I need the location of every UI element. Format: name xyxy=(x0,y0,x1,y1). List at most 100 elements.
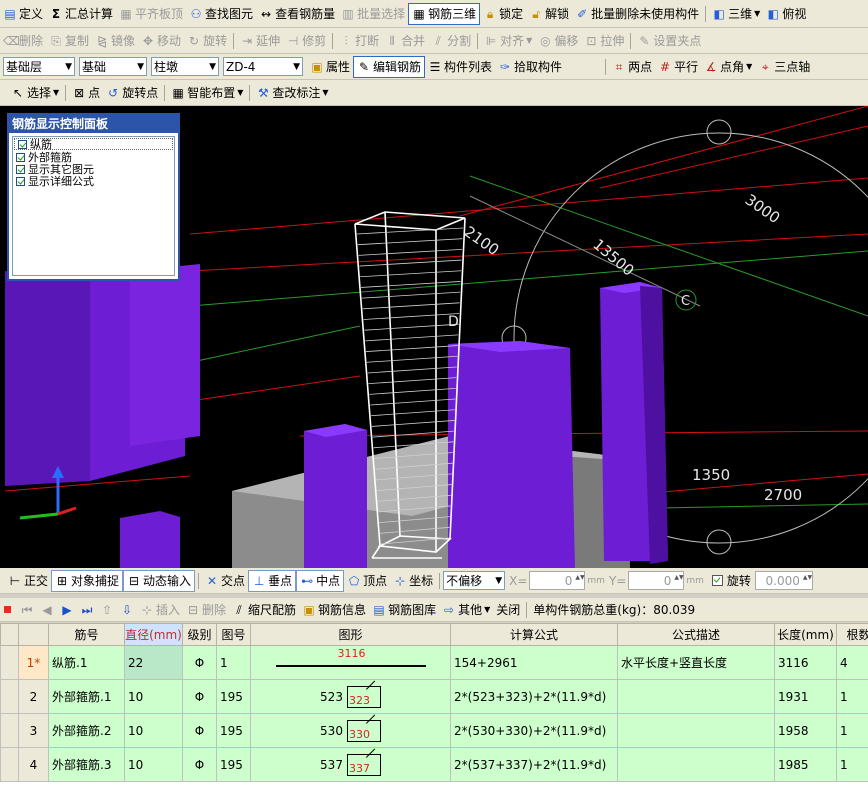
cell-formula[interactable]: 2*(523+323)+2*(11.9*d) xyxy=(450,679,618,714)
cell-figure-no[interactable]: 195 xyxy=(216,747,251,782)
cell-bar-name[interactable]: 外部箍筋.3 xyxy=(48,747,125,782)
select-button[interactable]: ↖ 选择 ▼ xyxy=(8,80,62,105)
checkbox-checked[interactable] xyxy=(18,139,27,149)
close-grid-button[interactable]: 关闭 xyxy=(493,598,523,621)
table-row[interactable]: 2 外部箍筋.1 10 Φ 195 523 323 2*(523+323)+2*(11.9*d… xyxy=(0,679,868,714)
cell-bar-name[interactable]: 外部箍筋.1 xyxy=(48,679,125,714)
option-show-detailed-formula[interactable]: 显示详细公式 xyxy=(13,175,174,187)
cell-length[interactable]: 1958 xyxy=(774,713,837,748)
cell-bar-name[interactable]: 外部箍筋.2 xyxy=(48,713,125,748)
delete-button[interactable]: ⌫ 删除 xyxy=(0,28,46,53)
y-offset-input[interactable]: 0 xyxy=(628,571,685,590)
component-select[interactable]: ZD-4 ▼ xyxy=(223,57,303,76)
cell-diameter[interactable]: 10 xyxy=(124,713,183,748)
vertex-snap-button[interactable]: ⬠ 顶点 xyxy=(344,570,390,592)
cell-count[interactable]: 1 xyxy=(836,713,868,748)
cell-length[interactable]: 1985 xyxy=(774,747,837,782)
stretch-button[interactable]: ⊡ 拉伸 xyxy=(581,28,627,53)
modify-label-button[interactable]: ⚒ 查改标注 ▼ xyxy=(253,80,331,105)
cell-shape[interactable]: 537 337 xyxy=(250,747,451,782)
align-button[interactable]: ⊫ 对齐 ▼ xyxy=(481,28,535,53)
row-number[interactable]: 2 xyxy=(18,679,49,714)
delete-row-button[interactable]: ⊟ 删除 xyxy=(183,598,229,621)
pick-component-button[interactable]: ✑ 拾取构件 xyxy=(495,54,565,79)
option-show-other-elements[interactable]: 显示其它图元 xyxy=(13,163,174,175)
rotate-point-button[interactable]: ↺ 旋转点 xyxy=(103,80,161,105)
point-angle-button[interactable]: ∡ 点角 ▼ xyxy=(701,54,755,79)
rebar-3d-button[interactable]: ▦ 钢筋三维 xyxy=(408,2,481,25)
header-figure-no[interactable]: 图号 xyxy=(216,623,251,646)
table-row[interactable]: 4 外部箍筋.3 10 Φ 195 537 337 2*(537+337)+2*(11.9*d… xyxy=(0,747,868,782)
point-button[interactable]: ⊠ 点 xyxy=(69,80,103,105)
split-button[interactable]: ⫽ 分割 xyxy=(428,28,474,53)
trim-button[interactable]: ⊣ 修剪 xyxy=(283,28,329,53)
two-points-button[interactable]: ⌗ 两点 xyxy=(609,54,655,79)
3d-view-button[interactable]: ◧ 三维 ▼ xyxy=(709,0,763,27)
rebar-library-button[interactable]: ▤ 钢筋图库 xyxy=(369,598,439,621)
summary-calc-button[interactable]: Σ 汇总计算 xyxy=(46,0,116,27)
rotate-checkbox[interactable] xyxy=(711,575,723,586)
rotate-angle-input[interactable]: 0.000 xyxy=(754,571,813,590)
mirror-button[interactable]: ⧎ 镜像 xyxy=(92,28,138,53)
cell-formula-desc[interactable] xyxy=(617,747,775,782)
option-longitudinal-rebar[interactable]: 纵筋 xyxy=(14,138,173,150)
header-formula[interactable]: 计算公式 xyxy=(450,623,618,646)
align-slab-top-button[interactable]: ▦ 平齐板顶 xyxy=(116,0,186,27)
edit-rebar-button[interactable]: ✎ 编辑钢筋 xyxy=(353,55,426,78)
table-row[interactable]: 1* 纵筋.1 22 Φ 1 3116 154+2961 水平长度+竖直长度 3116 4 xyxy=(0,645,868,680)
other-menu-button[interactable]: ⇨ 其他 ▼ xyxy=(439,598,493,621)
row-number[interactable]: 3 xyxy=(18,713,49,748)
insert-row-button[interactable]: ⊹ 插入 xyxy=(137,598,183,621)
header-shape[interactable]: 图形 xyxy=(250,623,451,646)
checkbox-checked[interactable] xyxy=(16,164,25,174)
next-record-button[interactable]: ▶ xyxy=(57,598,77,621)
cell-grade[interactable]: Φ xyxy=(182,679,217,714)
cell-length[interactable]: 3116 xyxy=(774,645,837,680)
cell-formula-desc[interactable] xyxy=(617,679,775,714)
midpoint-snap-button[interactable]: ⊷ 中点 xyxy=(296,569,345,592)
header-bar-name[interactable]: 筋号 xyxy=(48,623,125,646)
cell-shape[interactable]: 523 323 xyxy=(250,679,451,714)
row-number[interactable]: 1* xyxy=(18,645,49,680)
cell-figure-no[interactable]: 195 xyxy=(216,713,251,748)
move-button[interactable]: ✥ 移动 xyxy=(138,28,184,53)
header-grade[interactable]: 级别 xyxy=(182,623,217,646)
cell-count[interactable]: 1 xyxy=(836,747,868,782)
cell-length[interactable]: 1931 xyxy=(774,679,837,714)
cell-grade[interactable]: Φ xyxy=(182,713,217,748)
checkbox-checked[interactable] xyxy=(16,152,25,162)
header-length[interactable]: 长度(mm) xyxy=(774,623,837,646)
properties-button[interactable]: ▣ 属性 xyxy=(307,54,353,79)
merge-button[interactable]: ⫴ 合并 xyxy=(382,28,428,53)
break-button[interactable]: ⫶ 打断 xyxy=(336,28,382,53)
move-down-button[interactable]: ⇩ xyxy=(117,598,137,621)
copy-button[interactable]: ⎘ 复制 xyxy=(46,28,92,53)
define-button[interactable]: ▤ 定义 xyxy=(0,0,46,27)
smart-layout-button[interactable]: ▦ 智能布置 ▼ xyxy=(168,80,246,105)
scale-rebar-button[interactable]: ⫽ 缩尺配筋 xyxy=(229,598,299,621)
last-record-button[interactable]: ⏭ xyxy=(77,598,97,621)
x-offset-input[interactable]: 0 xyxy=(529,571,586,590)
view-rebar-button[interactable]: ↭ 查看钢筋量 xyxy=(256,0,338,27)
cell-formula-desc[interactable] xyxy=(617,713,775,748)
cell-formula[interactable]: 2*(537+337)+2*(11.9*d) xyxy=(450,747,618,782)
category-select[interactable]: 基础 ▼ xyxy=(79,57,147,76)
cell-bar-name[interactable]: 纵筋.1 xyxy=(48,645,125,680)
cell-formula-desc[interactable]: 水平长度+竖直长度 xyxy=(617,645,775,680)
batch-delete-button[interactable]: ✐ 批量删除未使用构件 xyxy=(572,0,702,27)
lock-button[interactable]: 🔒︎ 锁定 xyxy=(480,0,526,27)
cell-formula[interactable]: 154+2961 xyxy=(450,645,618,680)
header-formula-desc[interactable]: 公式描述 xyxy=(617,623,775,646)
coordinate-snap-button[interactable]: ⊹ 坐标 xyxy=(390,570,436,592)
component-list-button[interactable]: ☰ 构件列表 xyxy=(425,54,495,79)
three-point-axis-button[interactable]: ⌖ 三点轴 xyxy=(755,54,813,79)
cell-formula[interactable]: 2*(530+330)+2*(11.9*d) xyxy=(450,713,618,748)
object-snap-button[interactable]: ⊞ 对象捕捉 xyxy=(51,569,124,592)
table-row[interactable]: 3 外部箍筋.2 10 Φ 195 530 330 2*(530+330)+2*(11.9*d… xyxy=(0,713,868,748)
cell-figure-no[interactable]: 1 xyxy=(216,645,251,680)
option-outer-stirrup[interactable]: 外部箍筋 xyxy=(13,151,174,163)
prev-record-button[interactable]: ◀ xyxy=(37,598,57,621)
row-number[interactable]: 4 xyxy=(18,747,49,782)
cell-grade[interactable]: Φ xyxy=(182,747,217,782)
cell-shape[interactable]: 3116 xyxy=(250,645,451,680)
